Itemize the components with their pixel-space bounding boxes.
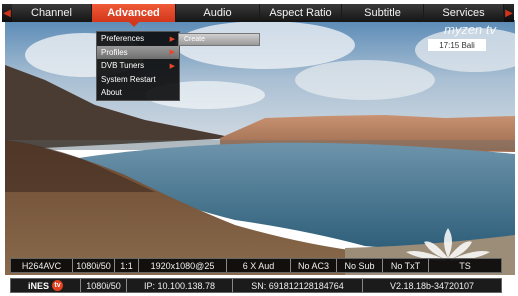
subtitle-status-value: No Sub: [337, 259, 383, 272]
logo-mark-icon: tv: [52, 280, 63, 291]
tab-subtitle[interactable]: Subtitle: [342, 4, 424, 22]
frame-size-value: 1920x1080@25: [139, 259, 227, 272]
menu-item-label: Preferences: [101, 34, 145, 44]
firmware-version-value: V2.18.18b-34720107: [389, 280, 475, 291]
menu-item-preferences[interactable]: Preferences ▶: [97, 32, 179, 46]
lotus-watermark-icon: [406, 228, 490, 261]
submenu-arrow-icon: ▶: [169, 35, 175, 43]
menu-item-profiles[interactable]: Profiles ▶: [97, 45, 179, 59]
resolution-mode-value: 1080i/50: [73, 259, 115, 272]
menu-item-system-restart[interactable]: System Restart: [97, 73, 179, 87]
advanced-dropdown-menu: Preferences ▶ Profiles ▶ DVB Tuners ▶ Sy…: [96, 31, 180, 101]
codec-value: H264AVC: [11, 259, 73, 272]
output-mode-value: 1080i/50: [81, 279, 127, 292]
submenu-item-create[interactable]: Create: [178, 33, 260, 46]
menu-item-label: DVB Tuners: [101, 61, 145, 71]
stream-info-bar: H264AVC 1080i/50 1:1 1920x1080@25 6 X Au…: [10, 258, 502, 273]
menu-item-label: Profiles: [101, 47, 128, 57]
device-info-bar: iNES tv 1080i/50 IP: 10.100.138.78 SN: 6…: [10, 278, 502, 293]
menu-right-arrow-icon[interactable]: ▶: [504, 4, 514, 22]
tab-aspect-ratio[interactable]: Aspect Ratio: [260, 4, 342, 22]
tab-services[interactable]: Services: [424, 4, 504, 22]
menu-item-label: About: [101, 88, 122, 98]
submenu-arrow-icon: ▶: [169, 62, 175, 70]
logo-text: iNES: [27, 280, 49, 291]
tv-screen: ◀ Channel Advanced Audio Aspect Ratio Su…: [0, 0, 518, 296]
submenu-arrow-icon: ▶: [169, 49, 175, 57]
tab-channel[interactable]: Channel: [12, 4, 92, 22]
menu-item-label: System Restart: [101, 74, 156, 84]
transport-type-value: TS: [459, 260, 471, 271]
teletext-status-value: No TxT: [383, 259, 429, 272]
brand-logo: myzen tv: [443, 22, 496, 37]
menu-left-arrow-icon[interactable]: ◀: [2, 4, 12, 22]
tab-advanced[interactable]: Advanced: [92, 4, 176, 27]
menu-item-dvb-tuners[interactable]: DVB Tuners ▶: [97, 59, 179, 73]
top-menu-bar: ◀ Channel Advanced Audio Aspect Ratio Su…: [2, 4, 514, 27]
menu-item-about[interactable]: About: [97, 86, 179, 100]
pixel-aspect-value: 1:1: [115, 259, 139, 272]
tab-audio[interactable]: Audio: [176, 4, 260, 22]
serial-number-value: SN: 691812128184764: [233, 279, 363, 292]
clock-display: 17:15 Bali: [428, 39, 486, 51]
ac3-status-value: No AC3: [291, 259, 337, 272]
ip-address-value: IP: 10.100.138.78: [127, 279, 233, 292]
audio-tracks-value: 6 X Aud: [227, 259, 291, 272]
ines-logo: iNES tv: [11, 279, 81, 292]
